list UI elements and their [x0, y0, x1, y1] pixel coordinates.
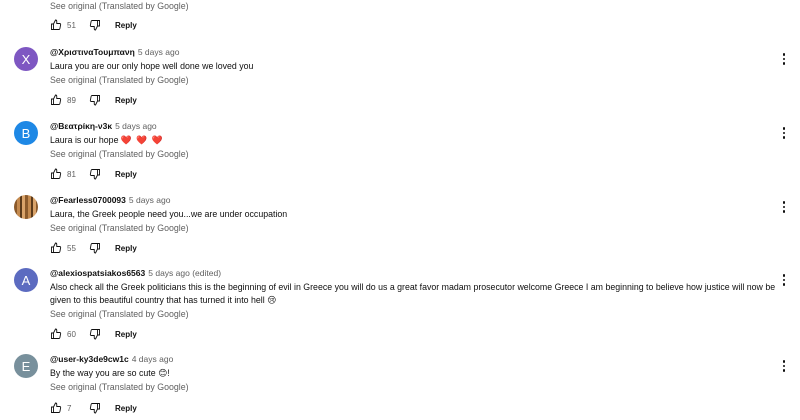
comment-actions: 55 Reply	[50, 241, 137, 255]
thumbs-down-icon[interactable]	[89, 168, 101, 180]
comment-timestamp[interactable]: 5 days ago (edited)	[148, 268, 221, 278]
thumbs-up-icon[interactable]	[50, 168, 62, 180]
comment-timestamp[interactable]: 5 days ago	[129, 195, 171, 205]
comment-timestamp[interactable]: 5 days ago	[138, 47, 180, 57]
see-original-link[interactable]: See original (Translated by Google)	[50, 309, 189, 319]
thumbs-up-icon[interactable]	[50, 242, 62, 254]
more-vert-icon[interactable]	[778, 359, 790, 373]
avatar[interactable]: B	[14, 121, 38, 145]
avatar-letter: X	[21, 51, 31, 67]
thumbs-down-icon[interactable]	[89, 328, 101, 340]
comment-actions: 89 Reply	[50, 93, 137, 107]
comment-header: @Βεατρίκη-ν3κ 5 days ago	[50, 121, 157, 131]
like-count: 60	[67, 329, 76, 339]
comment-author[interactable]: @Fearless0700093	[50, 195, 126, 205]
comment-actions: 81 Reply	[50, 167, 137, 181]
reply-button[interactable]: Reply	[115, 404, 137, 413]
avatar[interactable]: E	[14, 354, 38, 378]
avatar[interactable]	[14, 195, 38, 219]
avatar-letter: A	[21, 272, 31, 288]
comment-header: @user-ky3de9cw1c 4 days ago	[50, 354, 173, 364]
avatar[interactable]: X	[14, 47, 38, 71]
comment-text: Laura you are our only hope well done we…	[50, 61, 254, 71]
comment-header: @Fearless0700093 5 days ago	[50, 195, 170, 205]
avatar-letter: E	[21, 358, 31, 374]
see-original-link[interactable]: See original (Translated by Google)	[50, 75, 189, 85]
reply-button[interactable]: Reply	[115, 244, 137, 253]
comment-author[interactable]: @ΧριστιναΤουμπανη	[50, 47, 135, 57]
comment-actions: 60 Reply	[50, 327, 137, 341]
comment-author[interactable]: @Βεατρίκη-ν3κ	[50, 121, 112, 131]
like-count: 81	[67, 169, 76, 179]
reply-button[interactable]: Reply	[115, 21, 137, 30]
comment-text: By the way you are so cute 😊!	[50, 368, 170, 378]
comment-text-body: Laura is our hope	[50, 135, 119, 145]
see-original-link[interactable]: See original (Translated by Google)	[50, 223, 189, 233]
comment-header: @alexiospatsiakos6563 5 days ago (edited)	[50, 268, 221, 278]
like-count: 89	[67, 95, 76, 105]
like-count: 51	[67, 20, 76, 30]
see-original-link[interactable]: See original (Translated by Google)	[50, 382, 189, 392]
thumbs-up-icon[interactable]	[50, 94, 62, 106]
comment-author[interactable]: @alexiospatsiakos6563	[50, 268, 145, 278]
comment-actions: 51 Reply	[50, 18, 137, 32]
thumbs-up-icon[interactable]	[50, 19, 62, 31]
comment-timestamp[interactable]: 4 days ago	[132, 354, 174, 364]
reply-button[interactable]: Reply	[115, 96, 137, 105]
thumbs-up-icon[interactable]	[50, 402, 62, 414]
comment-actions: 7 Reply	[50, 401, 137, 415]
comment-text: Laura, the Greek people need you...we ar…	[50, 209, 288, 219]
like-count: 55	[67, 243, 76, 253]
thumbs-down-icon[interactable]	[89, 402, 101, 414]
comment-timestamp[interactable]: 5 days ago	[115, 121, 157, 131]
more-vert-icon[interactable]	[778, 273, 790, 287]
comment-text: Also check all the Greek politicians thi…	[50, 282, 776, 305]
more-vert-icon[interactable]	[778, 52, 790, 66]
comment-text: Laura is our hope ❤️ ❤️ ❤️	[50, 134, 790, 147]
thumbs-down-icon[interactable]	[89, 94, 101, 106]
thumbs-down-icon[interactable]	[89, 19, 101, 31]
avatar-letter: B	[21, 125, 31, 141]
comment-author[interactable]: @user-ky3de9cw1c	[50, 354, 129, 364]
see-original-link[interactable]: See original (Translated by Google)	[50, 149, 189, 159]
comment-header: @ΧριστιναΤουμπανη 5 days ago	[50, 47, 179, 57]
reply-button[interactable]: Reply	[115, 170, 137, 179]
like-count: 7	[67, 403, 72, 413]
thumbs-down-icon[interactable]	[89, 242, 101, 254]
reply-button[interactable]: Reply	[115, 330, 137, 339]
more-vert-icon[interactable]	[778, 200, 790, 214]
see-original-link[interactable]: See original (Translated by Google)	[50, 1, 189, 11]
more-vert-icon[interactable]	[778, 126, 790, 140]
avatar[interactable]: A	[14, 268, 38, 292]
thumbs-up-icon[interactable]	[50, 328, 62, 340]
heart-emoji: ❤️ ❤️ ❤️	[120, 135, 164, 145]
